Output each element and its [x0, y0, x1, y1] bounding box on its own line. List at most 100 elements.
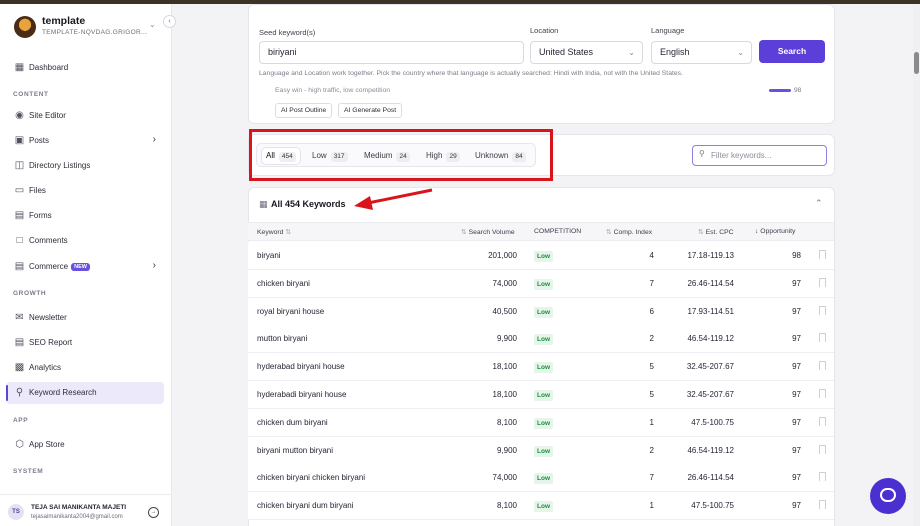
competition-badge: Low [534, 251, 553, 262]
cell-keyword: chicken biryani [257, 278, 310, 288]
collapse-sidebar-button[interactable]: ‹ [163, 15, 176, 28]
sidebar-item-label: Files [29, 186, 46, 195]
cell-opportunity: 97 [792, 417, 801, 427]
sidebar-item-keyword-research[interactable]: ⚲ Keyword Research [6, 382, 164, 404]
palette-icon: ◉ [15, 110, 24, 121]
bookmark-icon[interactable] [819, 277, 826, 287]
table-row[interactable]: royal biryani house 40,500 Low 6 17.93-114.5… [248, 297, 834, 326]
sidebar-item-seo-report[interactable]: ▤ SEO Report [6, 332, 164, 354]
table-row[interactable]: mutton biryani 9,900 Low 2 46.54-119.12 97 [248, 325, 834, 354]
col-label: Comp. Index [613, 229, 653, 236]
cell-keyword: chicken dum biryani [257, 417, 328, 427]
user-email: tejasaimanikanta2004@gmail.com [31, 514, 123, 520]
sidebar-item-label: SEO Report [29, 338, 73, 347]
user-profile[interactable]: TS TEJA SAI MANIKANTA MAJETI tejasaimani… [0, 494, 172, 526]
sidebar-item-label: Dashboard [29, 63, 69, 72]
bookmark-icon[interactable] [819, 305, 826, 315]
chevron-right-icon: › [152, 260, 156, 271]
cell-opportunity: 97 [792, 334, 801, 344]
sidebar-item-newsletter[interactable]: ✉ Newsletter [6, 307, 164, 329]
table-row[interactable]: hyderabad biryani house 18,100 Low 5 32.45-2… [248, 353, 834, 382]
table-row[interactable]: chicken dum biryani 8,100 Low 1 47.5-100.75 9… [248, 408, 834, 437]
section-system: SYSTEM [13, 468, 44, 475]
col-search-volume[interactable]: ⇅ Search Volume [461, 228, 515, 236]
col-keyword[interactable]: Keyword ⇅ [257, 228, 291, 236]
filter-keywords-field[interactable]: ⚲ [692, 145, 827, 166]
competition-badge: Low [534, 306, 553, 318]
bookmark-icon[interactable] [819, 472, 826, 482]
sidebar-item-analytics[interactable]: ▩ Analytics [6, 357, 164, 379]
sidebar-item-files[interactable]: ▭ Files [6, 180, 164, 202]
sidebar-item-commerce[interactable]: ▤ Commerce NEW › [6, 256, 164, 278]
col-competition: COMPETITION [534, 228, 582, 235]
col-label: Opportunity [760, 228, 796, 235]
sort-icon: ⇅ [461, 229, 467, 236]
location-select[interactable]: United States ⌄ [530, 41, 643, 64]
document-icon: ▣ [14, 135, 25, 146]
table-row[interactable]: chicken biryani 74,000 Low 7 26.46-114.54 97 [248, 269, 834, 298]
scrollbar-thumb[interactable] [914, 52, 919, 74]
bookmark-icon[interactable] [819, 500, 826, 510]
cell-comp-index: 2 [649, 445, 654, 455]
col-opportunity[interactable]: ↓ Opportunity [755, 228, 795, 235]
table-row[interactable]: chicken biryani chicken biryani 74,000 Low… [248, 464, 834, 493]
ai-generate-post-button[interactable]: AI Generate Post [338, 103, 403, 118]
bookmark-icon[interactable] [819, 333, 826, 343]
cell-volume: 40,500 [492, 306, 517, 316]
sidebar-item-app-store[interactable]: ⬡ App Store [6, 434, 164, 456]
table-row[interactable]: chicken biryani dum biryani 8,100 Low 1 47.5… [248, 492, 834, 521]
ai-post-outline-button[interactable]: AI Post Outline [275, 103, 333, 118]
cell-volume: 201,000 [488, 251, 517, 260]
sidebar-item-label: Analytics [29, 363, 62, 372]
cell-comp-index: 6 [649, 306, 654, 316]
cell-opportunity: 97 [792, 278, 801, 288]
cell-est-cpc: 47.5-100.75 [691, 417, 734, 427]
cell-keyword: hyderabad biryani house [257, 362, 345, 372]
table-row[interactable]: biryani mutton biryani 9,900 Low 2 46.54-119… [248, 436, 834, 465]
cell-est-cpc: 46.54-119.12 [687, 445, 734, 455]
table-row[interactable]: biryani 201,000 Low 4 17.18-119.13 98 [248, 242, 834, 270]
cell-opportunity: 97 [792, 501, 801, 511]
workspace-name: template [42, 15, 86, 27]
competition-badge: Low [534, 473, 553, 485]
sidebar-item-site-editor[interactable]: ◉ Site Editor [6, 105, 164, 127]
col-comp-index[interactable]: ⇅ Comp. Index [606, 228, 652, 236]
cube-icon: ⬡ [15, 439, 24, 450]
sidebar-item-posts[interactable]: ▣ Posts › [6, 130, 164, 152]
language-select[interactable]: English ⌄ [651, 41, 752, 64]
col-label: Est. CPC [705, 229, 734, 236]
search-button[interactable]: Search [759, 40, 825, 63]
bookmark-icon[interactable] [819, 416, 826, 426]
bookmark-icon[interactable] [819, 444, 826, 454]
cell-est-cpc: 26.46-114.54 [687, 473, 734, 483]
sidebar-item-dashboard[interactable]: ▦ Dashboard [6, 57, 164, 79]
chat-launcher-button[interactable] [870, 478, 906, 514]
page-scrollbar[interactable] [913, 4, 920, 526]
table-icon: ▦ [259, 199, 268, 209]
cell-volume: 9,900 [496, 334, 517, 344]
cell-volume: 18,100 [492, 362, 517, 372]
logout-icon[interactable]: → [148, 507, 159, 518]
chevron-down-icon: ⌄ [628, 48, 635, 57]
table-row[interactable]: hyderabadi biryani house 18,100 Low 5 32.45-… [248, 381, 834, 409]
competition-badge: Low [534, 334, 553, 346]
cell-comp-index: 5 [649, 390, 654, 399]
bookmark-icon[interactable] [819, 361, 826, 371]
chevron-down-icon: ⌄ [737, 48, 744, 57]
filter-keywords-input[interactable] [711, 148, 821, 163]
sidebar-item-label: Site Editor [29, 111, 66, 120]
chevron-up-icon[interactable]: ⌃ [815, 198, 823, 209]
workspace-logo [14, 16, 36, 38]
sidebar-item-comments[interactable]: □ Comments [6, 230, 164, 252]
sidebar-item-directory-listings[interactable]: ◫ Directory Listings [6, 155, 164, 177]
cell-est-cpc: 32.45-207.67 [686, 362, 734, 372]
sort-icon: ⇅ [285, 229, 292, 236]
partial-row-text: Easy win - high traffic, low competition [275, 87, 391, 94]
bookmark-icon[interactable] [819, 250, 826, 259]
seed-keyword-input[interactable]: biriyani [259, 41, 524, 64]
col-est-cpc[interactable]: ⇅ Est. CPC [698, 228, 734, 236]
cell-est-cpc: 46.54-119.12 [687, 334, 734, 344]
bookmark-icon[interactable] [819, 389, 826, 398]
workspace-switcher[interactable]: template TEMPLATE-NQVDAG.GRIGOR... ⌄ [12, 14, 168, 42]
sidebar-item-forms[interactable]: ▤ Forms [6, 205, 164, 227]
